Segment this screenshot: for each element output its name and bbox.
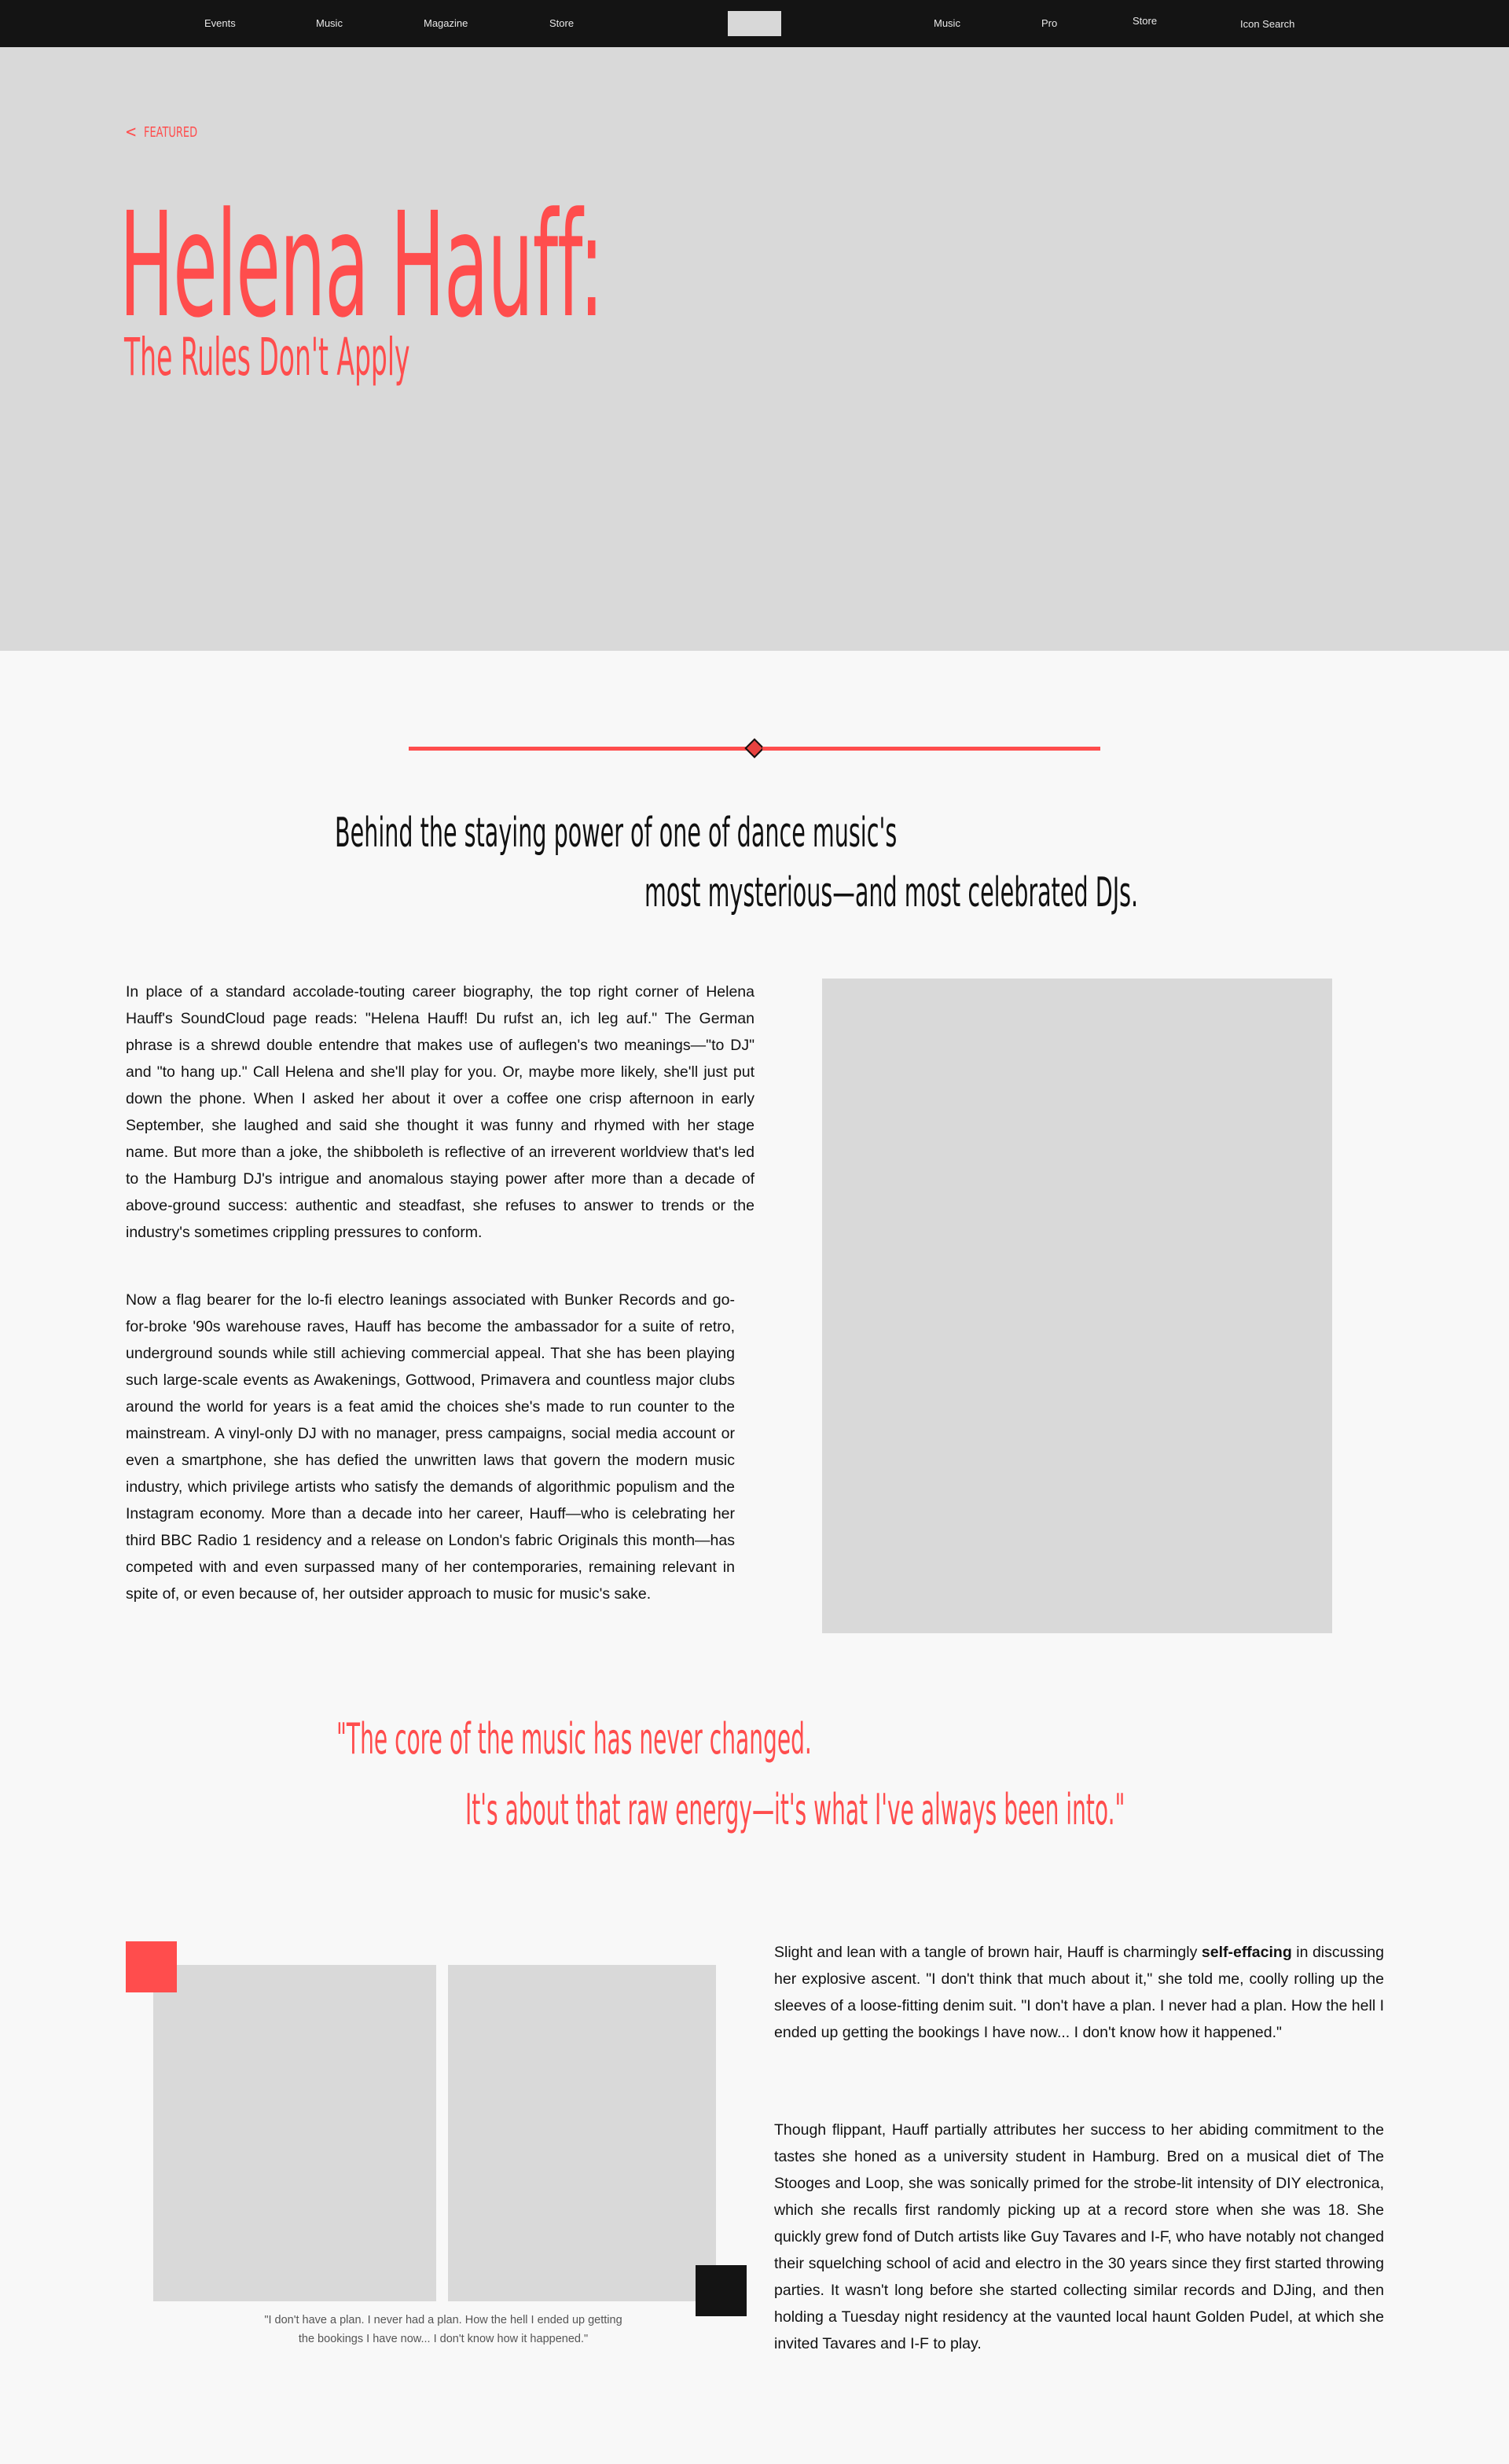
article-subtitle: The Rules Don't Apply xyxy=(124,327,410,387)
featured-back-link[interactable]: < FEATURED xyxy=(126,123,218,142)
accent-square-red xyxy=(126,1941,177,1992)
article-image-1 xyxy=(822,979,1332,1633)
nav-link-store[interactable]: Store xyxy=(549,17,574,29)
nav-link-music-right[interactable]: Music xyxy=(934,17,960,29)
pull-quote-line-1: "The core of the music has never changed… xyxy=(336,1714,812,1764)
hero-banner: < FEATURED Helena Hauff: The Rules Don't… xyxy=(0,47,1509,651)
article-paragraph-3: Slight and lean with a tangle of brown h… xyxy=(774,1939,1384,2046)
article-paragraph-4: Though flippant, Hauff partially attribu… xyxy=(774,2121,1384,2352)
deck-line-1: Behind the staying power of one of dance… xyxy=(335,810,898,857)
accent-square-black xyxy=(696,2265,747,2316)
featured-label: FEATURED xyxy=(144,124,198,141)
nav-link-store-right[interactable]: Store xyxy=(1133,15,1157,27)
top-nav: Events Music Magazine Store Music Pro St… xyxy=(0,0,1509,47)
deck-line-2: most mysterious—and most celebrated DJs. xyxy=(644,869,1139,916)
section-divider xyxy=(409,738,1100,758)
caption-line-2: the bookings I have now... I don't know … xyxy=(298,2333,589,2345)
divider-line-left xyxy=(409,747,747,751)
article-paragraph-2: Now a flag bearer for the lo-fi electro … xyxy=(126,1291,735,1603)
gallery-image-2 xyxy=(448,1965,716,2301)
image-caption: "I don't have a plan. I never had a plan… xyxy=(236,2311,651,2348)
paragraph-3-text-a: Slight and lean with a tangle of brown h… xyxy=(774,1944,1202,1961)
article-title: Helena Hauff: xyxy=(119,182,604,350)
nav-link-magazine[interactable]: Magazine xyxy=(424,17,468,29)
nav-link-events[interactable]: Events xyxy=(204,17,236,29)
nav-link-search[interactable]: Icon Search xyxy=(1240,18,1294,30)
site-logo[interactable] xyxy=(728,11,781,36)
pull-quote-line-2: It's about that raw energy—it's what I'v… xyxy=(465,1785,1125,1834)
nav-link-music[interactable]: Music xyxy=(316,17,343,29)
diamond-icon xyxy=(744,738,765,758)
chevron-left-icon: < xyxy=(126,123,137,142)
caption-line-1: "I don't have a plan. I never had a plan… xyxy=(264,2314,622,2326)
divider-line-right xyxy=(762,747,1100,751)
emphasis-self-effacing: self-effacing xyxy=(1201,1944,1292,1961)
nav-link-pro[interactable]: Pro xyxy=(1041,17,1057,29)
article-paragraph-1: In place of a standard accolade-touting … xyxy=(126,983,754,1241)
gallery-image-1 xyxy=(153,1965,436,2301)
